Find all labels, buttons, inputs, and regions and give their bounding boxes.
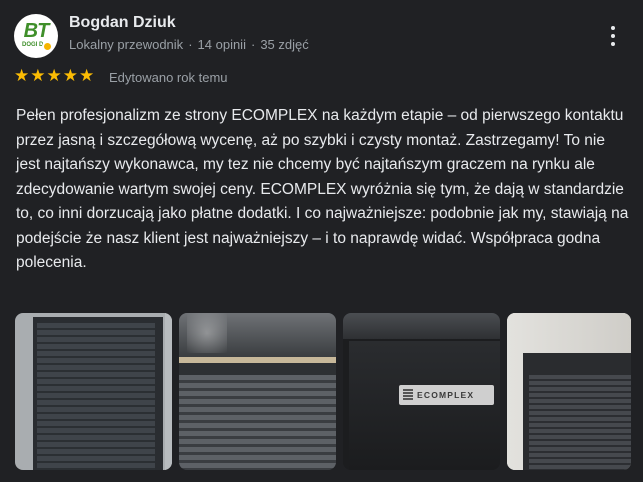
meta-separator: · xyxy=(250,37,256,52)
more-vert-icon[interactable] xyxy=(603,24,623,48)
star-icon: ★ xyxy=(62,66,78,85)
review-card: BT DOGI D Bogdan Dziuk Lokalny przewodni… xyxy=(0,0,643,482)
review-photo-3[interactable]: ECOMPLEX xyxy=(343,313,500,470)
wall-edge xyxy=(165,313,172,470)
roller-shutter-slats xyxy=(37,323,155,470)
brand-badge: ECOMPLEX xyxy=(399,385,494,405)
local-guide-badge-icon xyxy=(42,41,53,52)
reviewer-review-count: 14 opinii xyxy=(197,37,246,52)
meta-separator: · xyxy=(188,37,193,52)
light-reflection xyxy=(187,313,227,353)
roller-shutter-slats xyxy=(529,375,631,470)
reviewer-level: Lokalny przewodnik xyxy=(69,37,184,52)
review-text: Pełen profesjonalizm ze strony ECOMPLEX … xyxy=(16,107,629,271)
reviewer-meta: Lokalny przewodnik · 14 opinii · 35 zdję… xyxy=(69,37,309,52)
edited-timestamp: Edytowano rok temu xyxy=(109,70,228,85)
star-rating: ★ ★ ★ ★ ★ xyxy=(14,66,94,86)
star-icon: ★ xyxy=(30,66,46,85)
brand-badge-text: ECOMPLEX xyxy=(417,390,475,400)
reviewer-photo-count: 35 zdjęć xyxy=(260,37,309,52)
review-photo-1[interactable] xyxy=(15,313,172,470)
review-photo-2[interactable] xyxy=(179,313,336,470)
star-icon: ★ xyxy=(46,66,62,85)
reviewer-avatar[interactable]: BT DOGI D xyxy=(14,14,58,58)
brand-logo-icon xyxy=(403,389,413,401)
avatar-subtext: DOGI D xyxy=(22,42,44,48)
review-photo-4[interactable] xyxy=(507,313,631,470)
shutter-bottom-edge xyxy=(179,357,336,363)
star-icon: ★ xyxy=(79,66,95,85)
avatar-monogram: BT xyxy=(23,20,50,42)
shutter-panel xyxy=(349,341,500,470)
reviewer-name[interactable]: Bogdan Dziuk xyxy=(69,14,176,32)
roller-shutter-slats xyxy=(179,375,336,470)
shutter-box xyxy=(343,313,500,339)
star-icon: ★ xyxy=(14,66,30,85)
